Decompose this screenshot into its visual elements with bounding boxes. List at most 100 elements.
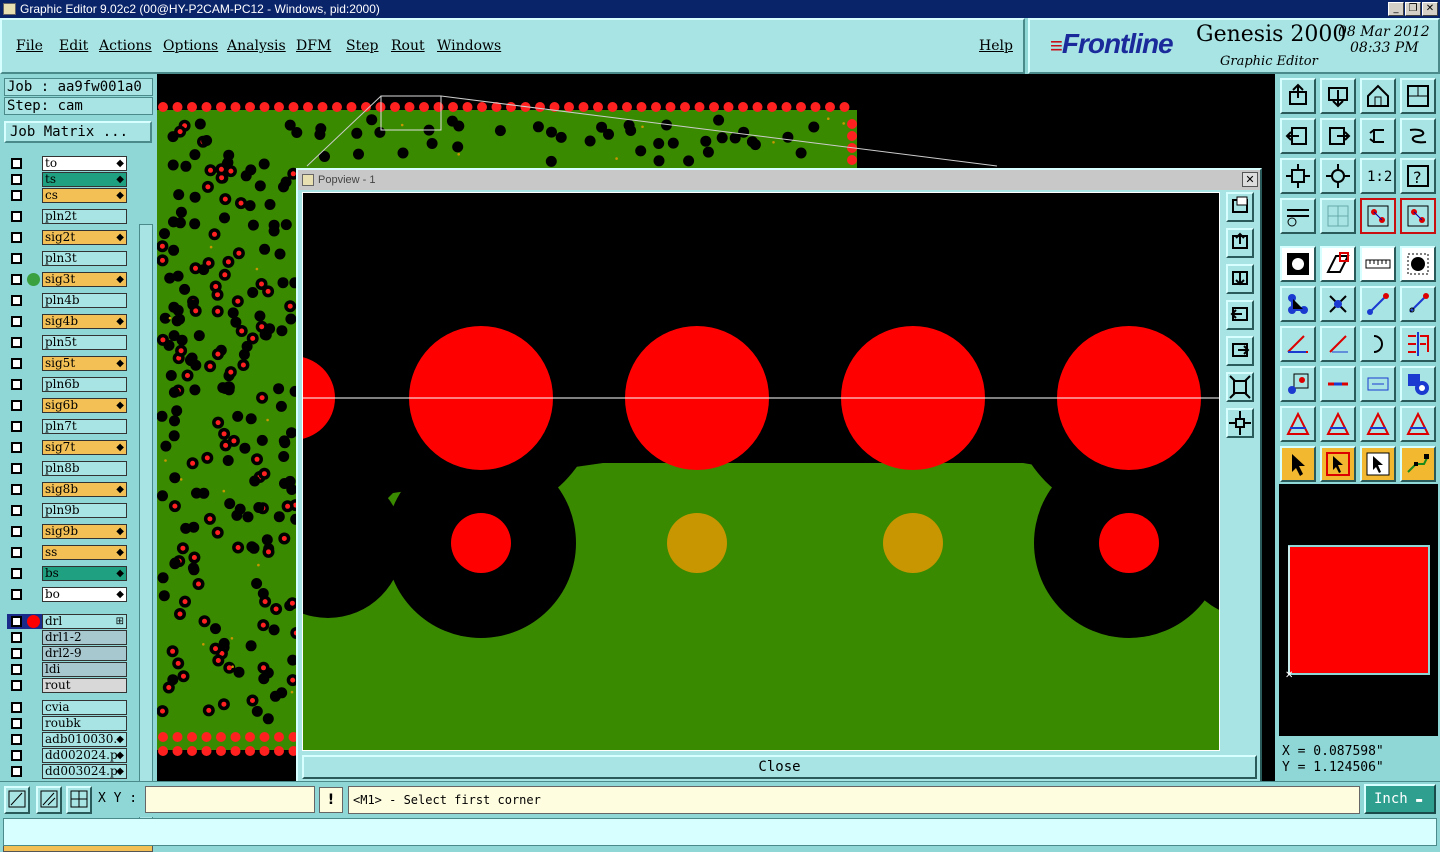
layer-row-pln9b[interactable]: pln9b xyxy=(7,503,127,518)
toolbar-query-icon[interactable]: ? xyxy=(1400,158,1436,194)
layer-label[interactable]: pln8b xyxy=(42,461,127,476)
layer-checkbox[interactable] xyxy=(11,718,22,729)
layer-checkbox[interactable] xyxy=(11,616,22,627)
menu-rout[interactable]: Rout xyxy=(391,38,425,54)
layer-label[interactable]: adb010030. ◆ xyxy=(42,732,127,747)
layer-label[interactable]: cvia xyxy=(42,700,127,715)
layer-label[interactable]: drl1-2 xyxy=(42,630,127,645)
menu-actions[interactable]: Actions xyxy=(99,38,152,54)
menu-dfm[interactable]: DFM xyxy=(296,38,331,54)
measure-icon[interactable] xyxy=(36,786,62,814)
toolbar-ruler-icon[interactable] xyxy=(1360,246,1396,282)
menu-edit[interactable]: Edit xyxy=(59,38,88,54)
popview-left-button[interactable] xyxy=(1226,300,1254,330)
toolbar-dot-icon[interactable] xyxy=(1400,246,1436,282)
grid-icon[interactable] xyxy=(66,786,92,814)
layer-label[interactable]: sig7t ◆ xyxy=(42,440,127,455)
layer-checkbox[interactable] xyxy=(11,505,22,516)
toolbar-undo-icon[interactable] xyxy=(1360,118,1396,154)
layer-checkbox[interactable] xyxy=(11,174,22,185)
layer-row-rout[interactable]: rout xyxy=(7,678,127,693)
layer-row-cs[interactable]: cs ◆ xyxy=(7,188,127,203)
layer-checkbox[interactable] xyxy=(11,484,22,495)
layer-checkbox[interactable] xyxy=(11,379,22,390)
layer-checkbox[interactable] xyxy=(11,589,22,600)
layer-checkbox[interactable] xyxy=(11,316,22,327)
layer-checkbox[interactable] xyxy=(11,750,22,761)
layer-row-pln6b[interactable]: pln6b xyxy=(7,377,127,392)
zoom-corner-icon[interactable] xyxy=(4,786,30,814)
layer-row-sig7t[interactable]: sig7t ◆ xyxy=(7,440,127,455)
toolbar-grid-icon[interactable] xyxy=(1320,198,1356,234)
layer-checkbox[interactable] xyxy=(11,734,22,745)
toolbar-pan-right-icon[interactable] xyxy=(1320,118,1356,154)
layer-label[interactable]: cs ◆ xyxy=(42,188,127,203)
layer-row-pln4b[interactable]: pln4b xyxy=(7,293,127,308)
layer-label[interactable]: drl2-9 xyxy=(42,646,127,661)
menu-options[interactable]: Options xyxy=(163,38,218,54)
menu-step[interactable]: Step xyxy=(346,38,378,54)
menu-analysis[interactable]: Analysis xyxy=(227,38,286,54)
toolbar-angle-icon[interactable] xyxy=(1280,326,1316,362)
minimize-button[interactable]: _ xyxy=(1388,2,1404,16)
toolbar-measure-icon[interactable] xyxy=(1360,366,1396,402)
layer-label[interactable]: rout xyxy=(42,678,127,693)
toolbar-line-a-icon[interactable] xyxy=(1360,286,1396,322)
popview-down-button[interactable] xyxy=(1226,264,1254,294)
layer-row-pln7t[interactable]: pln7t xyxy=(7,419,127,434)
layer-label[interactable]: sig4b ◆ xyxy=(42,314,127,329)
layer-row-drl2-9[interactable]: drl2-9 xyxy=(7,646,127,661)
toolbar-slash-icon[interactable] xyxy=(1320,326,1356,362)
toolbar-minus-icon[interactable] xyxy=(1320,366,1356,402)
layer-checkbox[interactable] xyxy=(11,526,22,537)
popview-up-button[interactable] xyxy=(1226,228,1254,258)
layer-checkbox[interactable] xyxy=(11,274,22,285)
popview-close-icon[interactable]: ✕ xyxy=(1242,172,1258,187)
toolbar-window-icon[interactable] xyxy=(1400,78,1436,114)
toolbar-tri-d-icon[interactable] xyxy=(1400,406,1436,442)
layer-checkbox[interactable] xyxy=(11,547,22,558)
popview-zoom-out-button[interactable] xyxy=(1226,408,1254,438)
toolbar-pan-left-icon[interactable] xyxy=(1280,118,1316,154)
toolbar-redo-icon[interactable] xyxy=(1400,118,1436,154)
layer-checkbox[interactable] xyxy=(11,158,22,169)
layer-row-roubk[interactable]: roubk xyxy=(7,716,127,731)
toolbar-mirror-icon[interactable] xyxy=(1400,326,1436,362)
layer-scrollbar[interactable] xyxy=(139,224,153,828)
layer-label[interactable]: pln2t xyxy=(42,209,127,224)
toolbar-line-b-icon[interactable] xyxy=(1400,286,1436,322)
layer-row-dd002024p[interactable]: dd002024.p ◆ xyxy=(7,748,127,763)
layer-row-cvia[interactable]: cvia xyxy=(7,700,127,715)
layer-checkbox[interactable] xyxy=(11,211,22,222)
toolbar-pad-feature-icon[interactable] xyxy=(1280,246,1316,282)
layer-label[interactable]: sig2t ◆ xyxy=(42,230,127,245)
layer-row-sig3t[interactable]: sig3t ◆ xyxy=(7,272,127,287)
toolbar-snap-b-icon[interactable] xyxy=(1400,198,1436,234)
layer-row-pln8b[interactable]: pln8b xyxy=(7,461,127,476)
popview-zoom-in-button[interactable] xyxy=(1226,372,1254,402)
layer-row-drl1-2[interactable]: drl1-2 xyxy=(7,630,127,645)
layer-checkbox[interactable] xyxy=(11,463,22,474)
popview-right-button[interactable] xyxy=(1226,336,1254,366)
layer-row-sig5t[interactable]: sig5t ◆ xyxy=(7,356,127,371)
layer-row-dd003024p[interactable]: dd003024.p ◆ xyxy=(7,764,127,779)
layer-checkbox[interactable] xyxy=(11,358,22,369)
layer-row-bs[interactable]: bs ◆ xyxy=(7,566,127,581)
toolbar-settings-icon[interactable] xyxy=(1280,198,1316,234)
layer-label[interactable]: sig3t ◆ xyxy=(42,272,127,287)
layer-label[interactable]: pln4b xyxy=(42,293,127,308)
popview-close-button[interactable]: Close xyxy=(302,755,1257,779)
layer-row-sig2t[interactable]: sig2t ◆ xyxy=(7,230,127,245)
maximize-button[interactable]: ❐ xyxy=(1405,2,1421,16)
layer-label[interactable]: sig5t ◆ xyxy=(42,356,127,371)
layer-checkbox[interactable] xyxy=(11,190,22,201)
toolbar-tri-b-icon[interactable] xyxy=(1320,406,1356,442)
layer-checkbox[interactable] xyxy=(11,664,22,675)
toolbar-cluster-icon[interactable] xyxy=(1400,366,1436,402)
menu-windows[interactable]: Windows xyxy=(437,38,501,54)
layer-label[interactable]: ldi xyxy=(42,662,127,677)
toolbar-cross-icon[interactable] xyxy=(1320,286,1356,322)
layer-row-drl[interactable]: drl ⊞ xyxy=(7,614,127,629)
menu-file[interactable]: File xyxy=(16,38,43,54)
layer-label[interactable]: to ◆ xyxy=(42,156,127,171)
